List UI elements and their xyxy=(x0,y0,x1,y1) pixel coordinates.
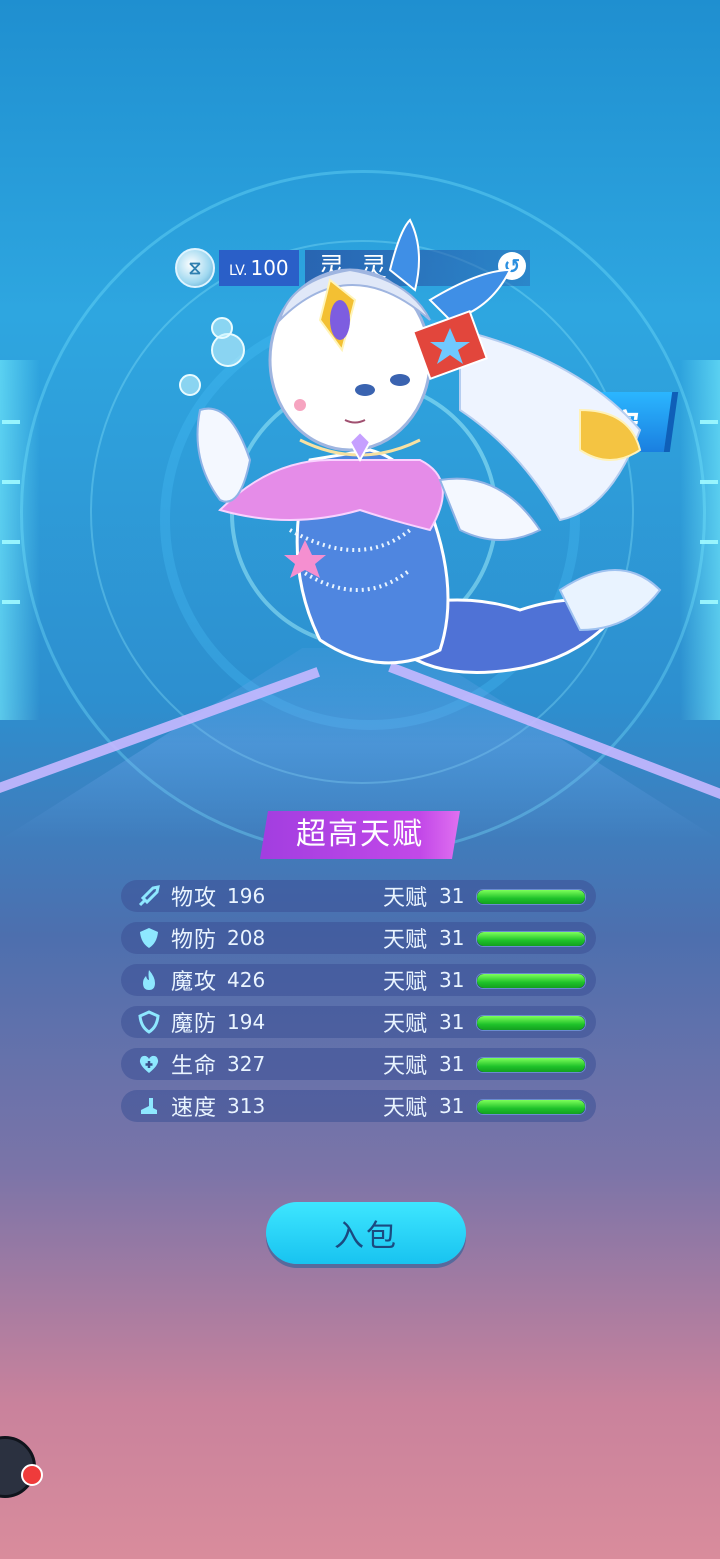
stat-value: 327 xyxy=(227,1052,266,1076)
talent-value: 31 xyxy=(439,926,465,950)
flame-icon xyxy=(135,966,163,994)
talent-rank-banner: 超高天赋 xyxy=(260,811,460,859)
bg-tick xyxy=(2,420,20,424)
bg-tick xyxy=(2,600,20,604)
talent-label: 天赋 xyxy=(383,1012,428,1037)
talent-label: 天赋 xyxy=(383,928,428,953)
talent-value: 31 xyxy=(439,1010,465,1034)
talent-label: 天赋 xyxy=(383,1054,428,1079)
stat-value: 194 xyxy=(227,1010,266,1034)
shield-icon xyxy=(135,924,163,952)
talent-value: 31 xyxy=(439,968,465,992)
stat-name: 魔攻 xyxy=(171,970,218,995)
stats-panel: 物攻 196 天赋 31 物防 208 天赋 31 魔攻 426 天赋 31 魔… xyxy=(121,880,596,1132)
stat-name: 物攻 xyxy=(171,886,218,911)
stat-value: 208 xyxy=(227,926,266,950)
talent-value: 31 xyxy=(439,1052,465,1076)
bg-tick xyxy=(700,540,718,544)
bg-tick xyxy=(700,600,718,604)
boot-icon xyxy=(135,1092,163,1120)
talent-bar-fill xyxy=(477,974,585,988)
talent-label: 天赋 xyxy=(383,970,428,995)
notification-dot xyxy=(21,1464,43,1486)
talent-label: 天赋 xyxy=(383,886,428,911)
talent-bar-fill xyxy=(477,1016,585,1030)
talent-value: 31 xyxy=(439,1094,465,1118)
talent-bar xyxy=(476,1099,586,1115)
creature-illustration xyxy=(179,218,662,674)
bg-tick xyxy=(2,540,20,544)
sword-icon xyxy=(135,882,163,910)
stat-row-health: 生命 327 天赋 31 xyxy=(121,1048,596,1080)
stat-row-physical-defense: 物防 208 天赋 31 xyxy=(121,922,596,954)
talent-bar-fill xyxy=(477,1100,585,1114)
bg-tick xyxy=(700,420,718,424)
bg-tick xyxy=(2,480,20,484)
stat-name: 物防 xyxy=(171,928,218,953)
stat-value: 196 xyxy=(227,884,266,908)
stat-name: 魔防 xyxy=(171,1012,218,1037)
stat-value: 426 xyxy=(227,968,266,992)
talent-label: 天赋 xyxy=(383,1096,428,1121)
bg-tick xyxy=(700,480,718,484)
talent-value: 31 xyxy=(439,884,465,908)
talent-bar-fill xyxy=(477,932,585,946)
talent-bar-fill xyxy=(477,1058,585,1072)
stat-name: 生命 xyxy=(171,1054,218,1079)
stat-row-magic-attack: 魔攻 426 天赋 31 xyxy=(121,964,596,996)
put-in-bag-button[interactable]: 入包 xyxy=(266,1202,466,1264)
heart-plus-icon xyxy=(135,1050,163,1078)
stat-value: 313 xyxy=(227,1094,266,1118)
talent-bar-fill xyxy=(477,890,585,904)
stat-name: 速度 xyxy=(171,1096,218,1121)
stat-row-speed: 速度 313 天赋 31 xyxy=(121,1090,596,1122)
talent-bar xyxy=(476,1015,586,1031)
talent-bar xyxy=(476,931,586,947)
magic-shield-icon xyxy=(135,1008,163,1036)
talent-bar xyxy=(476,1057,586,1073)
talent-bar xyxy=(476,973,586,989)
talent-rank-label: 超高天赋 xyxy=(296,817,424,852)
stat-row-magic-defense: 魔防 194 天赋 31 xyxy=(121,1006,596,1038)
pet-detail-screen: ⧖ LV. 100 灵 灵 ↺ 守 xyxy=(0,0,720,1559)
stat-row-physical-attack: 物攻 196 天赋 31 xyxy=(121,880,596,912)
talent-bar xyxy=(476,889,586,905)
